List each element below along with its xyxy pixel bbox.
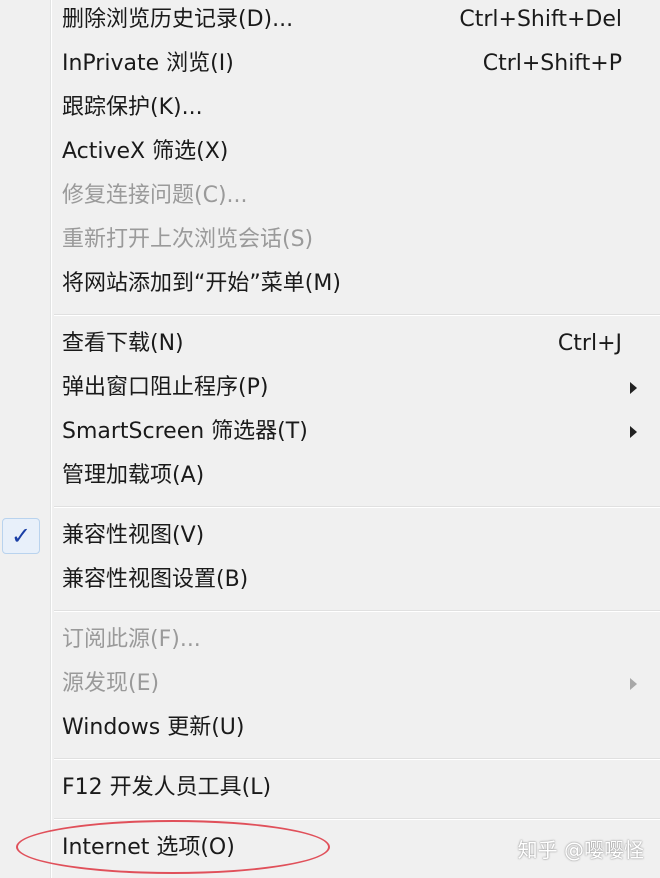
checkmark-icon: ✓ (11, 522, 32, 550)
menu-item-compatibility-view-settings[interactable]: 兼容性视图设置(B) (0, 560, 660, 604)
menu-item-shortcut: Ctrl+Shift+Del (459, 7, 622, 32)
menu-item-feed-discovery: 源发现(E) (0, 664, 660, 708)
menu-item-label: 将网站添加到“开始”菜单(M) (62, 271, 341, 296)
menu-item-shortcut: Ctrl+J (557, 331, 622, 356)
menu-separator (54, 758, 660, 760)
menu-item-label: SmartScreen 筛选器(T) (62, 419, 308, 444)
menu-item-label: 兼容性视图设置(B) (62, 567, 249, 592)
tools-context-menu: 删除浏览历史记录(D)... Ctrl+Shift+Del InPrivate … (0, 0, 660, 878)
menu-item-fix-connection-problems: 修复连接问题(C)... (0, 176, 660, 220)
menu-item-label: F12 开发人员工具(L) (62, 775, 272, 800)
menu-item-label: 删除浏览历史记录(D)... (62, 7, 294, 32)
menu-item-reopen-last-session: 重新打开上次浏览会话(S) (0, 220, 660, 264)
menu-item-compatibility-view[interactable]: ✓ 兼容性视图(V) (0, 516, 660, 560)
menu-item-label: 弹出窗口阻止程序(P) (62, 375, 269, 400)
menu-item-view-downloads[interactable]: 查看下载(N) Ctrl+J (0, 324, 660, 368)
check-indicator: ✓ (2, 518, 40, 554)
menu-item-label: ActiveX 筛选(X) (62, 139, 229, 164)
submenu-arrow-icon (630, 678, 637, 690)
menu-item-shortcut: Ctrl+Shift+P (482, 51, 622, 76)
menu-item-delete-browsing-history[interactable]: 删除浏览历史记录(D)... Ctrl+Shift+Del (0, 0, 660, 44)
menu-item-manage-addons[interactable]: 管理加载项(A) (0, 456, 660, 500)
menu-item-label: 重新打开上次浏览会话(S) (62, 227, 314, 252)
menu-item-label: 源发现(E) (62, 671, 160, 696)
submenu-arrow-icon (630, 426, 637, 438)
submenu-arrow-icon (630, 382, 637, 394)
menu-item-label: 管理加载项(A) (62, 463, 205, 488)
menu-item-label: Windows 更新(U) (62, 715, 245, 740)
menu-item-label: InPrivate 浏览(I) (62, 51, 234, 76)
watermark-text: 知乎 @嘤嘤怪 (517, 838, 644, 862)
menu-item-label: 修复连接问题(C)... (62, 183, 248, 208)
menu-separator (54, 610, 660, 612)
menu-item-add-site-to-start-menu[interactable]: 将网站添加到“开始”菜单(M) (0, 264, 660, 308)
menu-separator (54, 506, 660, 508)
menu-item-inprivate-browsing[interactable]: InPrivate 浏览(I) Ctrl+Shift+P (0, 44, 660, 88)
menu-item-f12-developer-tools[interactable]: F12 开发人员工具(L) (0, 768, 660, 812)
menu-item-popup-blocker[interactable]: 弹出窗口阻止程序(P) (0, 368, 660, 412)
menu-item-windows-update[interactable]: Windows 更新(U) (0, 708, 660, 752)
menu-item-label: 兼容性视图(V) (62, 523, 205, 548)
menu-separator (54, 314, 660, 316)
menu-item-subscribe-feed: 订阅此源(F)... (0, 620, 660, 664)
menu-item-label: 订阅此源(F)... (62, 627, 201, 652)
menu-item-smartscreen-filter[interactable]: SmartScreen 筛选器(T) (0, 412, 660, 456)
menu-item-label: 查看下载(N) (62, 331, 184, 356)
menu-item-activex-filtering[interactable]: ActiveX 筛选(X) (0, 132, 660, 176)
red-highlight-ellipse (16, 820, 330, 874)
menu-item-tracking-protection[interactable]: 跟踪保护(K)... (0, 88, 660, 132)
menu-item-label: 跟踪保护(K)... (62, 95, 203, 120)
